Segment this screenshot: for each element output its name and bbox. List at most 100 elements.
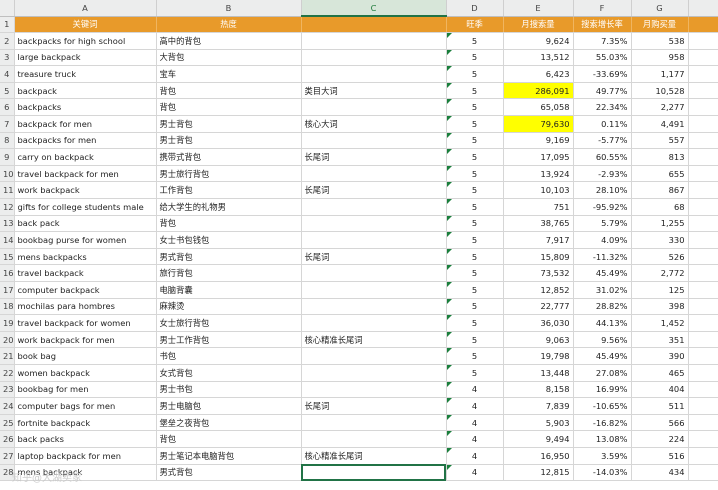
cell-peak-season[interactable]: 5: [446, 215, 504, 233]
cell-peak-season[interactable]: 5: [446, 331, 504, 349]
cell-c[interactable]: [301, 264, 447, 282]
cell-peak-season[interactable]: 5: [446, 165, 504, 183]
cell-monthly-purchases[interactable]: 125: [631, 281, 689, 299]
cell-monthly-purchases[interactable]: 1,255: [631, 215, 689, 233]
cell-peak-season[interactable]: 5: [446, 298, 504, 316]
cell-search-growth[interactable]: 13.08%: [573, 430, 632, 448]
cell-c[interactable]: [301, 98, 447, 117]
cell-monthly-searches[interactable]: 22,777: [503, 298, 574, 316]
cell-search-growth[interactable]: 4.09%: [573, 231, 632, 249]
row-number[interactable]: 21: [0, 347, 15, 365]
row-number[interactable]: 2: [0, 32, 15, 50]
cell-chinese[interactable]: 堡垒之夜背包: [156, 414, 302, 432]
cell-search-growth[interactable]: 28.82%: [573, 298, 632, 316]
row-number[interactable]: 7: [0, 115, 15, 133]
cell-c[interactable]: [301, 49, 447, 67]
cell-monthly-searches[interactable]: 9,063: [503, 331, 574, 349]
cell-search-growth[interactable]: 7.35%: [573, 32, 632, 50]
cell-search-growth[interactable]: -16.82%: [573, 414, 632, 432]
row-number[interactable]: 16: [0, 264, 15, 282]
header-h[interactable]: [688, 16, 718, 34]
cell-search-growth[interactable]: 3.59%: [573, 447, 632, 465]
cell-h[interactable]: [688, 231, 718, 249]
cell-monthly-purchases[interactable]: 655: [631, 165, 689, 183]
cell-chinese[interactable]: 背包: [156, 82, 302, 100]
cell-c[interactable]: [301, 430, 447, 448]
cell-chinese[interactable]: 大背包: [156, 49, 302, 67]
cell-monthly-searches[interactable]: 19,798: [503, 347, 574, 365]
cell-monthly-searches[interactable]: 13,924: [503, 165, 574, 183]
cell-h[interactable]: [688, 364, 718, 382]
cell-c[interactable]: [301, 298, 447, 316]
cell-monthly-searches[interactable]: 6,423: [503, 65, 574, 83]
cell-monthly-purchases[interactable]: 390: [631, 347, 689, 365]
cell-h[interactable]: [688, 181, 718, 200]
cell-keyword[interactable]: fortnite backpack: [14, 414, 157, 432]
cell-c[interactable]: [301, 364, 447, 382]
cell-c[interactable]: [301, 198, 447, 216]
cell-monthly-searches[interactable]: 79,630: [503, 115, 574, 133]
cell-peak-season[interactable]: 4: [446, 464, 504, 482]
row-number[interactable]: 12: [0, 198, 15, 216]
cell-monthly-searches[interactable]: 9,494: [503, 430, 574, 448]
cell-monthly-purchases[interactable]: 1,452: [631, 314, 689, 332]
cell-search-growth[interactable]: 45.49%: [573, 347, 632, 365]
select-all-corner[interactable]: [0, 0, 15, 17]
cell-peak-season[interactable]: 5: [446, 132, 504, 150]
cell-monthly-searches[interactable]: 8,158: [503, 381, 574, 399]
header-keyword[interactable]: 关键词: [14, 16, 157, 34]
cell-c[interactable]: [301, 281, 447, 299]
cell-keyword[interactable]: travel backpack for women: [14, 314, 157, 332]
header-peak-season[interactable]: 旺季: [446, 16, 504, 34]
cell-h[interactable]: [688, 115, 718, 133]
cell-monthly-purchases[interactable]: 4,491: [631, 115, 689, 133]
cell-monthly-searches[interactable]: 751: [503, 198, 574, 216]
cell-c[interactable]: [301, 381, 447, 399]
cell-monthly-searches[interactable]: 13,448: [503, 364, 574, 382]
header-c[interactable]: [301, 16, 447, 34]
row-number[interactable]: 15: [0, 248, 15, 266]
header-heat[interactable]: 热度: [156, 16, 302, 34]
cell-monthly-purchases[interactable]: 398: [631, 298, 689, 316]
cell-peak-season[interactable]: 5: [446, 314, 504, 332]
cell-keyword[interactable]: back pack: [14, 215, 157, 233]
cell-peak-season[interactable]: 5: [446, 248, 504, 266]
row-number[interactable]: 23: [0, 381, 15, 399]
cell-c[interactable]: 核心精准长尾词: [301, 447, 447, 465]
cell-keyword[interactable]: work backpack for men: [14, 331, 157, 349]
cell-chinese[interactable]: 男士工作背包: [156, 331, 302, 349]
cell-monthly-searches[interactable]: 5,903: [503, 414, 574, 432]
cell-monthly-purchases[interactable]: 557: [631, 132, 689, 150]
cell-h[interactable]: [688, 347, 718, 365]
cell-monthly-purchases[interactable]: 404: [631, 381, 689, 399]
cell-chinese[interactable]: 旅行背包: [156, 264, 302, 282]
cell-monthly-purchases[interactable]: 1,177: [631, 65, 689, 83]
cell-monthly-purchases[interactable]: 511: [631, 397, 689, 415]
cell-monthly-purchases[interactable]: 465: [631, 364, 689, 382]
cell-search-growth[interactable]: 22.34%: [573, 98, 632, 117]
cell-peak-season[interactable]: 5: [446, 65, 504, 83]
row-number[interactable]: 14: [0, 231, 15, 249]
cell-monthly-purchases[interactable]: 813: [631, 148, 689, 166]
cell-c[interactable]: [301, 464, 447, 482]
cell-c[interactable]: 长尾词: [301, 148, 447, 166]
cell-peak-season[interactable]: 5: [446, 115, 504, 133]
cell-chinese[interactable]: 工作背包: [156, 181, 302, 200]
cell-monthly-purchases[interactable]: 224: [631, 430, 689, 448]
cell-search-growth[interactable]: 16.99%: [573, 381, 632, 399]
row-number[interactable]: 25: [0, 414, 15, 432]
cell-c[interactable]: [301, 231, 447, 249]
row-number[interactable]: 11: [0, 181, 15, 200]
cell-chinese[interactable]: 女士旅行背包: [156, 314, 302, 332]
cell-monthly-purchases[interactable]: 10,528: [631, 82, 689, 100]
cell-monthly-purchases[interactable]: 526: [631, 248, 689, 266]
cell-keyword[interactable]: computer bags for men: [14, 397, 157, 415]
header-monthly-purchases[interactable]: 月购买量: [631, 16, 689, 34]
cell-h[interactable]: [688, 447, 718, 465]
cell-keyword[interactable]: women backpack: [14, 364, 157, 382]
cell-monthly-searches[interactable]: 286,091: [503, 82, 574, 100]
cell-h[interactable]: [688, 264, 718, 282]
cell-h[interactable]: [688, 98, 718, 117]
header-monthly-searches[interactable]: 月搜索量: [503, 16, 574, 34]
cell-c[interactable]: [301, 347, 447, 365]
